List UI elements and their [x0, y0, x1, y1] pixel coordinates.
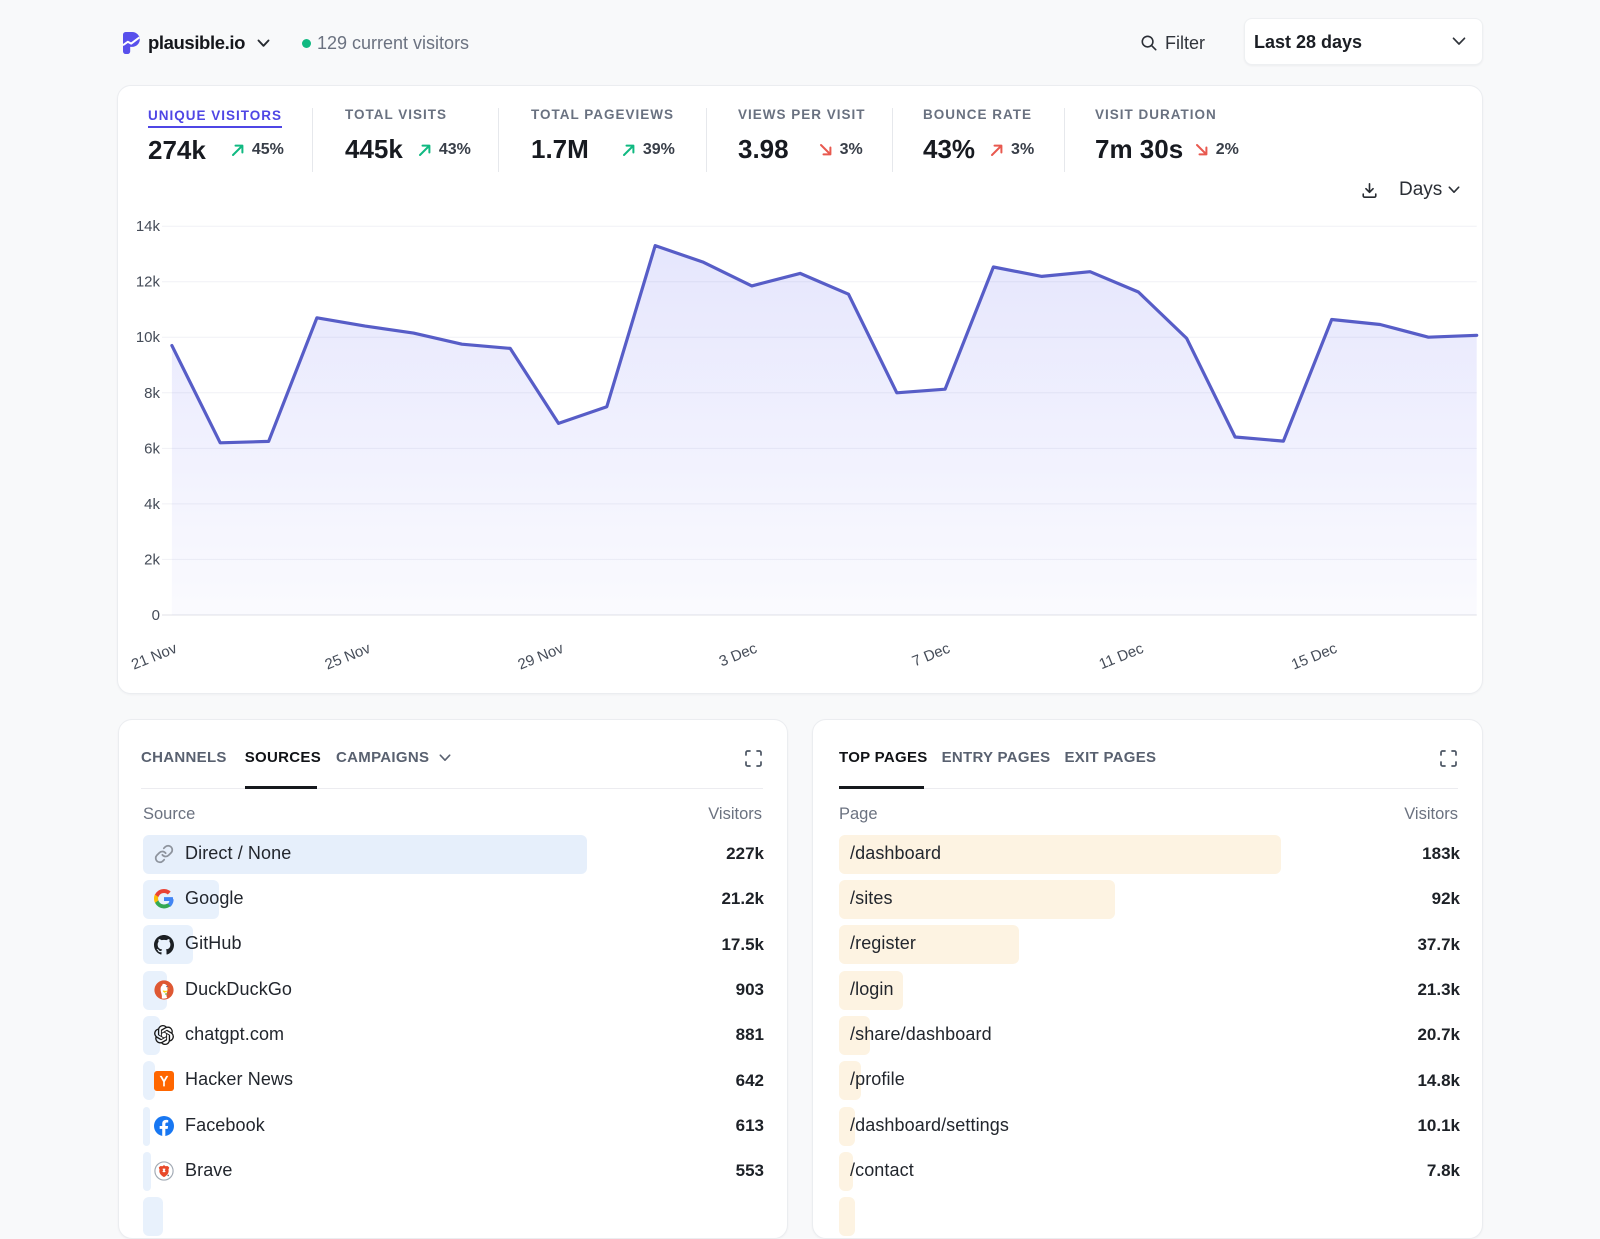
svg-text:7 Dec: 7 Dec — [910, 640, 953, 671]
svg-text:29 Nov: 29 Nov — [516, 640, 567, 674]
svg-text:2k: 2k — [144, 551, 160, 568]
svg-text:10k: 10k — [136, 329, 161, 346]
svg-text:3 Dec: 3 Dec — [717, 640, 760, 671]
svg-text:12k: 12k — [136, 274, 161, 291]
svg-text:21 Nov: 21 Nov — [131, 640, 180, 674]
svg-text:25 Nov: 25 Nov — [323, 640, 374, 674]
svg-text:8k: 8k — [144, 385, 160, 402]
svg-text:11 Dec: 11 Dec — [1097, 640, 1147, 673]
svg-text:15 Dec: 15 Dec — [1289, 640, 1340, 674]
svg-text:6k: 6k — [144, 440, 160, 457]
svg-text:4k: 4k — [144, 496, 160, 513]
svg-text:0: 0 — [152, 607, 160, 624]
svg-text:14k: 14k — [136, 218, 161, 235]
